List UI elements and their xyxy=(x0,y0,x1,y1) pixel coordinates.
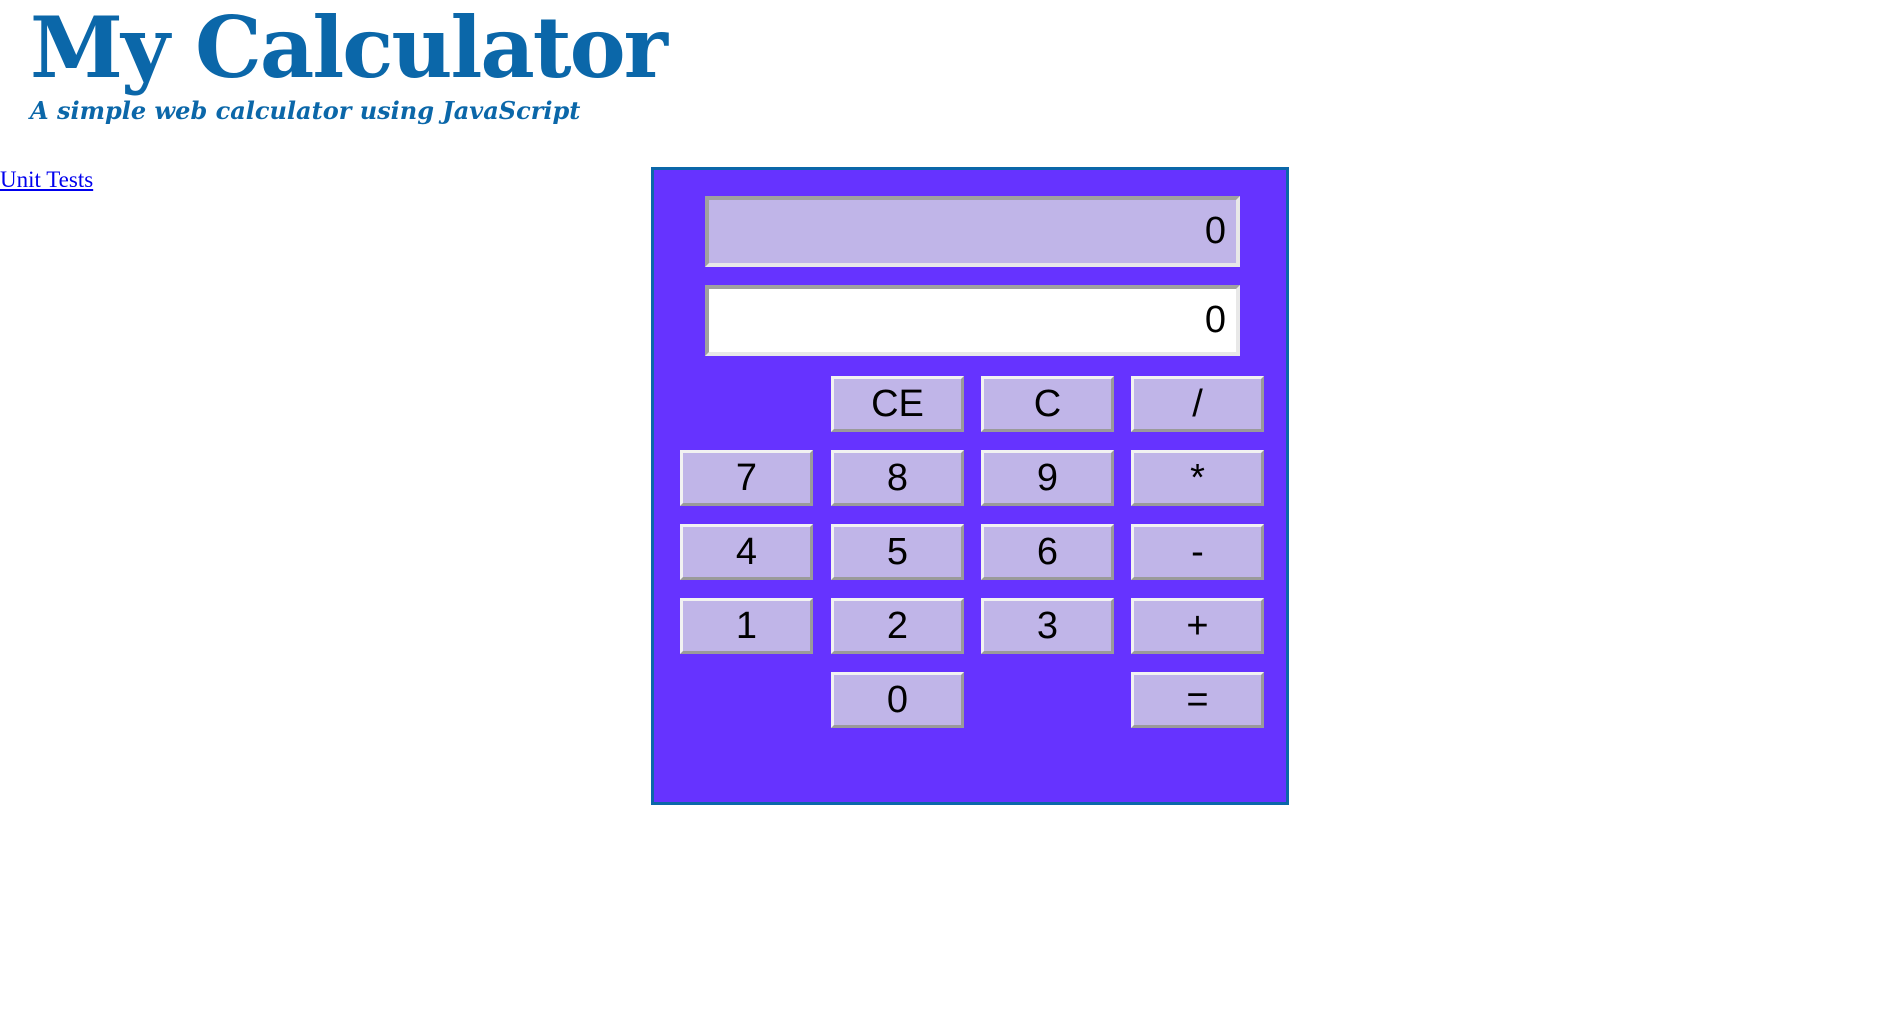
digit-9-button[interactable]: 9 xyxy=(981,450,1114,506)
unit-tests-link[interactable]: Unit Tests xyxy=(0,167,93,193)
main-display[interactable]: 0 xyxy=(705,285,1240,356)
clear-button[interactable]: C xyxy=(981,376,1114,432)
page-subtitle: A simple web calculator using JavaScript xyxy=(30,96,581,125)
digit-1-button[interactable]: 1 xyxy=(680,598,813,654)
digit-0-button[interactable]: 0 xyxy=(831,672,964,728)
clear-entry-button[interactable]: CE xyxy=(831,376,964,432)
page-title: My Calculator xyxy=(30,0,668,97)
history-display: 0 xyxy=(705,196,1240,267)
add-button[interactable]: + xyxy=(1131,598,1264,654)
digit-7-button[interactable]: 7 xyxy=(680,450,813,506)
equals-button[interactable]: = xyxy=(1131,672,1264,728)
digit-8-button[interactable]: 8 xyxy=(831,450,964,506)
divide-button[interactable]: / xyxy=(1131,376,1264,432)
digit-6-button[interactable]: 6 xyxy=(981,524,1114,580)
multiply-button[interactable]: * xyxy=(1131,450,1264,506)
subtract-button[interactable]: - xyxy=(1131,524,1264,580)
digit-2-button[interactable]: 2 xyxy=(831,598,964,654)
digit-4-button[interactable]: 4 xyxy=(680,524,813,580)
digit-5-button[interactable]: 5 xyxy=(831,524,964,580)
digit-3-button[interactable]: 3 xyxy=(981,598,1114,654)
calculator-panel: 0 0 CE C / 7 8 9 * 4 5 6 - 1 2 3 + 0 = xyxy=(651,167,1289,805)
